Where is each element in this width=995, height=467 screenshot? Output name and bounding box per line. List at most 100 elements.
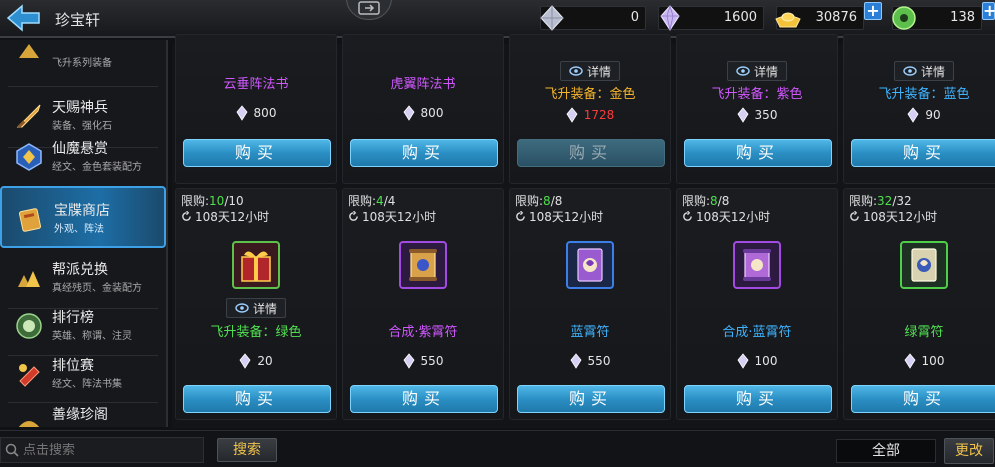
detail-label: 详情: [920, 64, 945, 79]
detail-button[interactable]: 详情: [727, 61, 787, 81]
top-bar: 珍宝轩 0 1600 30876 + 138 +: [0, 0, 995, 38]
price-value: 800: [420, 106, 444, 120]
buy-button[interactable]: 购买: [851, 139, 995, 167]
treasure-shop-icon: [18, 208, 42, 232]
currency-gold: 30876: [775, 6, 864, 30]
sidebar-item-label: 帮派兑换: [52, 262, 108, 278]
item-price: 1728: [510, 107, 670, 123]
refresh-icon: [349, 211, 358, 221]
change-button[interactable]: 更改: [944, 438, 994, 464]
item-price: 90: [844, 107, 995, 123]
eye-icon: [235, 303, 249, 313]
search-input[interactable]: [23, 442, 193, 458]
jade-coin-icon: [892, 6, 916, 30]
crystal-purple-icon: [403, 353, 415, 369]
detail-button[interactable]: 详情: [560, 61, 620, 81]
sidebar-item-ascend[interactable]: 飞升系列装备: [0, 40, 166, 82]
crystal-purple-icon: [566, 107, 578, 123]
eye-icon: [569, 66, 583, 76]
gold-ingot-icon: [775, 12, 801, 28]
price-value: 100: [921, 354, 945, 368]
price-value: 800: [253, 106, 277, 120]
item-price: 550: [343, 353, 503, 369]
price-value: 20: [257, 354, 273, 368]
item-name: 飞升装备：蓝色: [878, 87, 970, 102]
buy-button[interactable]: 购买: [517, 385, 665, 413]
price-value: 90: [925, 108, 941, 122]
item-name: 飞升装备：紫色: [711, 87, 803, 102]
shop-card: 云垂阵法书 800 购买: [175, 34, 337, 184]
sidebar-item-label: 排行榜: [52, 310, 94, 326]
sidebar-item-charity[interactable]: 善缘珍阁: [0, 392, 166, 427]
buy-button[interactable]: 购买: [684, 139, 832, 167]
item-icon-frame[interactable]: [733, 241, 781, 289]
add-jade-button[interactable]: +: [982, 2, 995, 20]
sidebar-item-label: 宝牒商店: [54, 203, 110, 219]
item-price: 20: [176, 353, 336, 369]
sidebar-item-bounty[interactable]: 仙魔悬赏 经文、金色套装配方: [0, 126, 166, 188]
buy-button-disabled[interactable]: 购买: [517, 139, 665, 167]
buy-button[interactable]: 购买: [350, 385, 498, 413]
item-price: 100: [844, 353, 995, 369]
crystal-purple-icon: [239, 353, 251, 369]
item-price: 800: [176, 105, 336, 121]
shop-card: 详情 飞升装备：金色 1728 购买: [509, 34, 671, 184]
buy-button[interactable]: 购买: [183, 139, 331, 167]
item-name: 合成·蓝霄符: [722, 325, 792, 340]
currency-value: 0: [630, 10, 639, 25]
shop-card: 限购:4/4 108天12小时 合成·紫霄符 550 购买: [342, 188, 504, 420]
item-name: 飞升装备：金色: [544, 87, 636, 102]
eye-icon: [736, 66, 750, 76]
detail-button[interactable]: 详情: [226, 298, 286, 318]
back-arrow-icon: [6, 4, 40, 32]
shop-card: 限购:32/32 108天12小时 绿霄符 100 购买: [843, 188, 995, 420]
detail-label: 详情: [753, 64, 778, 79]
purchase-limit: 限购:4/4: [348, 194, 396, 208]
sidebar-item-sub: 英雄、称谓、注灵: [52, 331, 132, 342]
purchase-limit: 限购:8/8: [682, 194, 730, 208]
shop-card: 限购:8/8 108天12小时 蓝霄符 550 购买: [509, 188, 671, 420]
add-gold-button[interactable]: +: [864, 2, 882, 20]
buy-button[interactable]: 购买: [350, 139, 498, 167]
detail-label: 详情: [586, 64, 611, 79]
time-remaining: 108天12小时: [682, 208, 770, 225]
search-button[interactable]: 搜索: [217, 438, 277, 462]
eye-icon: [903, 66, 917, 76]
item-icon-frame[interactable]: [900, 241, 948, 289]
detail-button[interactable]: 详情: [894, 61, 954, 81]
sidebar-item-sub: 经文、金色套装配方: [52, 162, 142, 173]
exit-fullscreen-button[interactable]: [346, 0, 392, 20]
item-icon-frame[interactable]: [566, 241, 614, 289]
sidebar-item-treasure-shop[interactable]: 宝牒商店 外观、阵法: [0, 186, 166, 248]
talisman-icon: [911, 248, 937, 282]
ranked-match-icon: [19, 364, 40, 387]
buy-button[interactable]: 购买: [851, 385, 995, 413]
purchase-limit: 限购:8/8: [515, 194, 563, 208]
item-icon-frame[interactable]: [232, 241, 280, 289]
currency-purple-crystal: 1600: [658, 4, 764, 31]
sidebar-item-label: 善缘珍阁: [52, 407, 108, 423]
exit-icon: [358, 1, 380, 15]
item-name: 虎翼阵法书: [390, 77, 456, 92]
buy-button[interactable]: 购买: [183, 385, 331, 413]
purchase-limit: 限购:10/10: [181, 194, 244, 208]
page-title: 珍宝轩: [55, 11, 101, 29]
crystal-silver-icon: [540, 5, 564, 31]
crystal-purple-icon: [236, 105, 248, 121]
back-button[interactable]: [4, 2, 44, 34]
price-value: 1728: [583, 108, 615, 122]
price-value: 550: [587, 354, 611, 368]
crystal-purple-icon: [904, 353, 916, 369]
crystal-purple-icon: [570, 353, 582, 369]
crystal-purple-icon: [737, 353, 749, 369]
item-icon-frame[interactable]: [399, 241, 447, 289]
sidebar-item-sub: 外观、阵法: [54, 224, 104, 235]
crystal-purple-icon: [737, 107, 749, 123]
shop-screen: 珍宝轩 0 1600 30876 + 138 + 飞升系列装备 天赐神兵 装备、…: [0, 0, 995, 467]
detail-label: 详情: [252, 301, 277, 316]
category-filter[interactable]: 全部: [836, 439, 936, 463]
sidebar-item-sub: 飞升系列装备: [52, 58, 112, 69]
scroll-icon: [743, 249, 771, 281]
buy-button[interactable]: 购买: [684, 385, 832, 413]
refresh-icon: [850, 211, 859, 221]
